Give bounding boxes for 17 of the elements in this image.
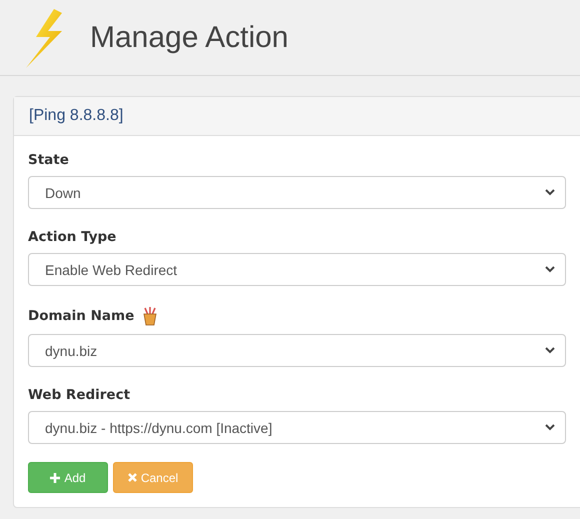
- chevron-down-icon: [545, 424, 555, 431]
- chevron-down-icon: [545, 347, 555, 354]
- select-field[interactable]: Down: [28, 176, 566, 209]
- select-field[interactable]: dynu.biz: [28, 334, 566, 367]
- field-label: Domain Name: [28, 308, 134, 324]
- panel-title: [Ping 8.8.8.8]: [29, 107, 124, 125]
- field-label: Web Redirect: [28, 387, 130, 403]
- chevron-down-icon: [545, 189, 555, 196]
- chevron-down-icon: [545, 266, 555, 273]
- close-icon: [128, 473, 137, 482]
- select-field[interactable]: Enable Web Redirect: [28, 253, 566, 286]
- field-label: State: [28, 152, 69, 168]
- page-title: Manage Action: [90, 20, 288, 54]
- select-field[interactable]: dynu.biz - https://dynu.com [Inactive]: [28, 411, 566, 444]
- field-label: Action Type: [28, 229, 116, 245]
- pencil-cup-icon: [142, 306, 158, 326]
- plus-icon: [50, 472, 60, 482]
